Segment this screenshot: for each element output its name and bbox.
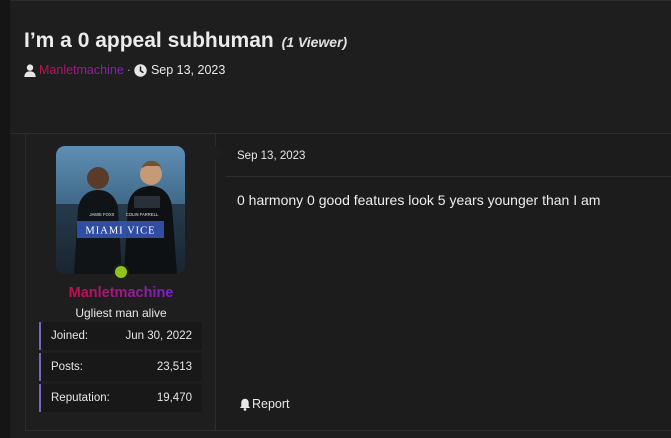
report-label: Report [252, 397, 290, 411]
bell-icon [239, 398, 252, 411]
page-title: I’m a 0 appeal subhuman (1 Viewer) [24, 29, 347, 53]
message-arrow [215, 146, 222, 160]
viewer-count: (1 Viewer) [281, 34, 348, 50]
post-user-cell: JAMIE FOXX COLIN FARRELL MIAMI VICE Manl… [26, 134, 216, 430]
stat-value: Jun 30, 2022 [125, 330, 192, 342]
stat-value: 23,513 [156, 361, 192, 373]
message-header-divider [226, 176, 671, 177]
thread-author-link[interactable]: Manletmachine [39, 63, 124, 77]
post-username-text[interactable]: Manletmachine [69, 285, 174, 301]
post-message-cell: Sep 13, 2023 0 harmony 0 good features l… [215, 134, 671, 430]
avatar-actor-left: JAMIE FOXX [90, 212, 115, 217]
user-title: Ugliest man alive [75, 306, 167, 320]
stat-value: 19,470 [156, 392, 192, 404]
stat-row-reputation: Reputation: 19,470 [39, 384, 202, 412]
thread-date-link[interactable]: Sep 13, 2023 [151, 63, 225, 77]
avatar-caption: MIAMI VICE [85, 226, 155, 237]
avatar[interactable]: JAMIE FOXX COLIN FARRELL MIAMI VICE [56, 146, 185, 274]
post-username[interactable]: Manletmachine [26, 285, 216, 301]
thread-title-text: I’m a 0 appeal subhuman [24, 29, 274, 52]
stat-label: Reputation: [51, 392, 110, 404]
user-stats: Joined: Jun 30, 2022 Posts: 23,513 Reput… [39, 322, 202, 415]
left-gutter [0, 0, 10, 438]
avatar-actor-right: COLIN FARRELL [126, 212, 159, 217]
user-icon [24, 63, 36, 77]
post: JAMIE FOXX COLIN FARRELL MIAMI VICE Manl… [25, 134, 671, 431]
meta-separator: · [126, 63, 131, 77]
report-button[interactable]: Report [239, 397, 290, 411]
online-indicator [113, 264, 129, 280]
stat-label: Posts: [51, 361, 83, 373]
post-date-link[interactable]: Sep 13, 2023 [237, 150, 305, 162]
clock-icon [134, 63, 147, 77]
stat-row-posts: Posts: 23,513 [39, 353, 202, 381]
thread-meta: Manletmachine · Sep 13, 2023 [24, 62, 225, 78]
thread-page: I’m a 0 appeal subhuman (1 Viewer) Manle… [10, 0, 671, 438]
post-body: 0 harmony 0 good features look 5 years y… [237, 192, 601, 208]
stat-row-joined: Joined: Jun 30, 2022 [39, 322, 202, 350]
stat-label: Joined: [51, 330, 89, 342]
